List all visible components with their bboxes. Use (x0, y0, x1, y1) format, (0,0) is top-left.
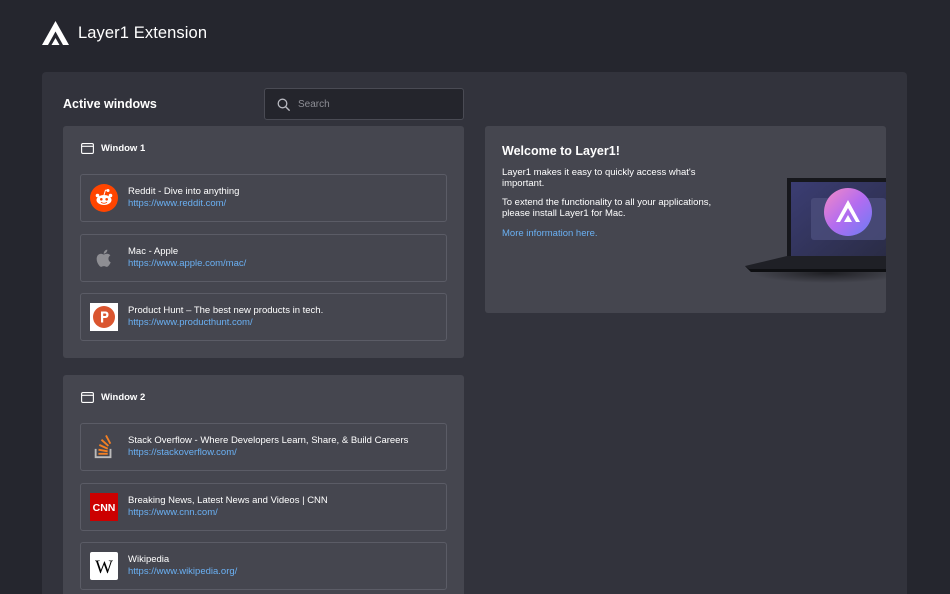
tab-title: Wikipedia (128, 554, 170, 565)
tab-url[interactable]: https://www.apple.com/mac/ (128, 258, 246, 270)
window-header: Window 1 (81, 143, 145, 154)
svg-text:W: W (95, 557, 113, 578)
svg-text:CNN: CNN (93, 502, 116, 514)
tab-item-cnn[interactable]: CNN Breaking News, Latest News and Video… (80, 483, 447, 531)
browser-window-icon (81, 392, 94, 403)
stackoverflow-icon (90, 433, 118, 461)
tab-url[interactable]: https://www.cnn.com/ (128, 507, 328, 519)
tab-title: Breaking News, Latest News and Videos | … (128, 495, 328, 506)
tab-item-stackoverflow[interactable]: Stack Overflow - Where Developers Learn,… (80, 423, 447, 471)
window-label: Window 1 (101, 143, 146, 154)
window-card-1: Window 1 Reddit - Dive into anything htt… (63, 126, 464, 358)
welcome-description: Layer1 makes it easy to quickly access w… (502, 167, 696, 189)
search-icon (277, 98, 290, 111)
tab-title: Product Hunt – The best new products in … (128, 305, 324, 316)
main-panel: Active windows Window 1 (42, 72, 907, 594)
tab-title: Reddit - Dive into anything (128, 186, 240, 197)
window-card-2: Window 2 Stack Overflow - Where Develope… (63, 375, 464, 594)
reddit-icon (90, 184, 118, 212)
section-title: Active windows (63, 97, 157, 111)
tab-item-reddit[interactable]: Reddit - Dive into anything https://www.… (80, 174, 447, 222)
window-label: Window 2 (101, 392, 146, 403)
welcome-install-note: To extend the functionality to all your … (502, 197, 712, 219)
laptop-illustration (745, 178, 886, 283)
browser-window-icon (81, 143, 94, 154)
tab-title: Mac - Apple (128, 246, 179, 257)
tab-url[interactable]: https://stackoverflow.com/ (128, 447, 408, 459)
cnn-icon: CNN (90, 493, 118, 521)
welcome-card: Welcome to Layer1! Layer1 makes it easy … (485, 126, 886, 313)
wikipedia-icon: W (90, 552, 118, 580)
more-info-link[interactable]: More information here. (502, 228, 598, 239)
window-header: Window 2 (81, 392, 145, 403)
tab-item-producthunt[interactable]: Product Hunt – The best new products in … (80, 293, 447, 341)
tab-url[interactable]: https://www.producthunt.com/ (128, 317, 323, 329)
app-header: Layer1 Extension (42, 20, 207, 46)
tab-url[interactable]: https://www.wikipedia.org/ (128, 566, 237, 578)
tab-url[interactable]: https://www.reddit.com/ (128, 198, 239, 210)
welcome-title: Welcome to Layer1! (502, 144, 620, 158)
search-input[interactable] (298, 98, 448, 110)
tab-item-apple[interactable]: Mac - Apple https://www.apple.com/mac/ (80, 234, 447, 282)
layer1-logo-icon (42, 21, 69, 45)
tab-item-wikipedia[interactable]: W Wikipedia https://www.wikipedia.org/ (80, 542, 447, 590)
producthunt-icon (90, 303, 118, 331)
tab-title: Stack Overflow - Where Developers Learn,… (128, 435, 409, 446)
apple-icon (90, 244, 118, 272)
search-box[interactable] (264, 88, 464, 120)
app-title: Layer1 Extension (78, 23, 208, 42)
